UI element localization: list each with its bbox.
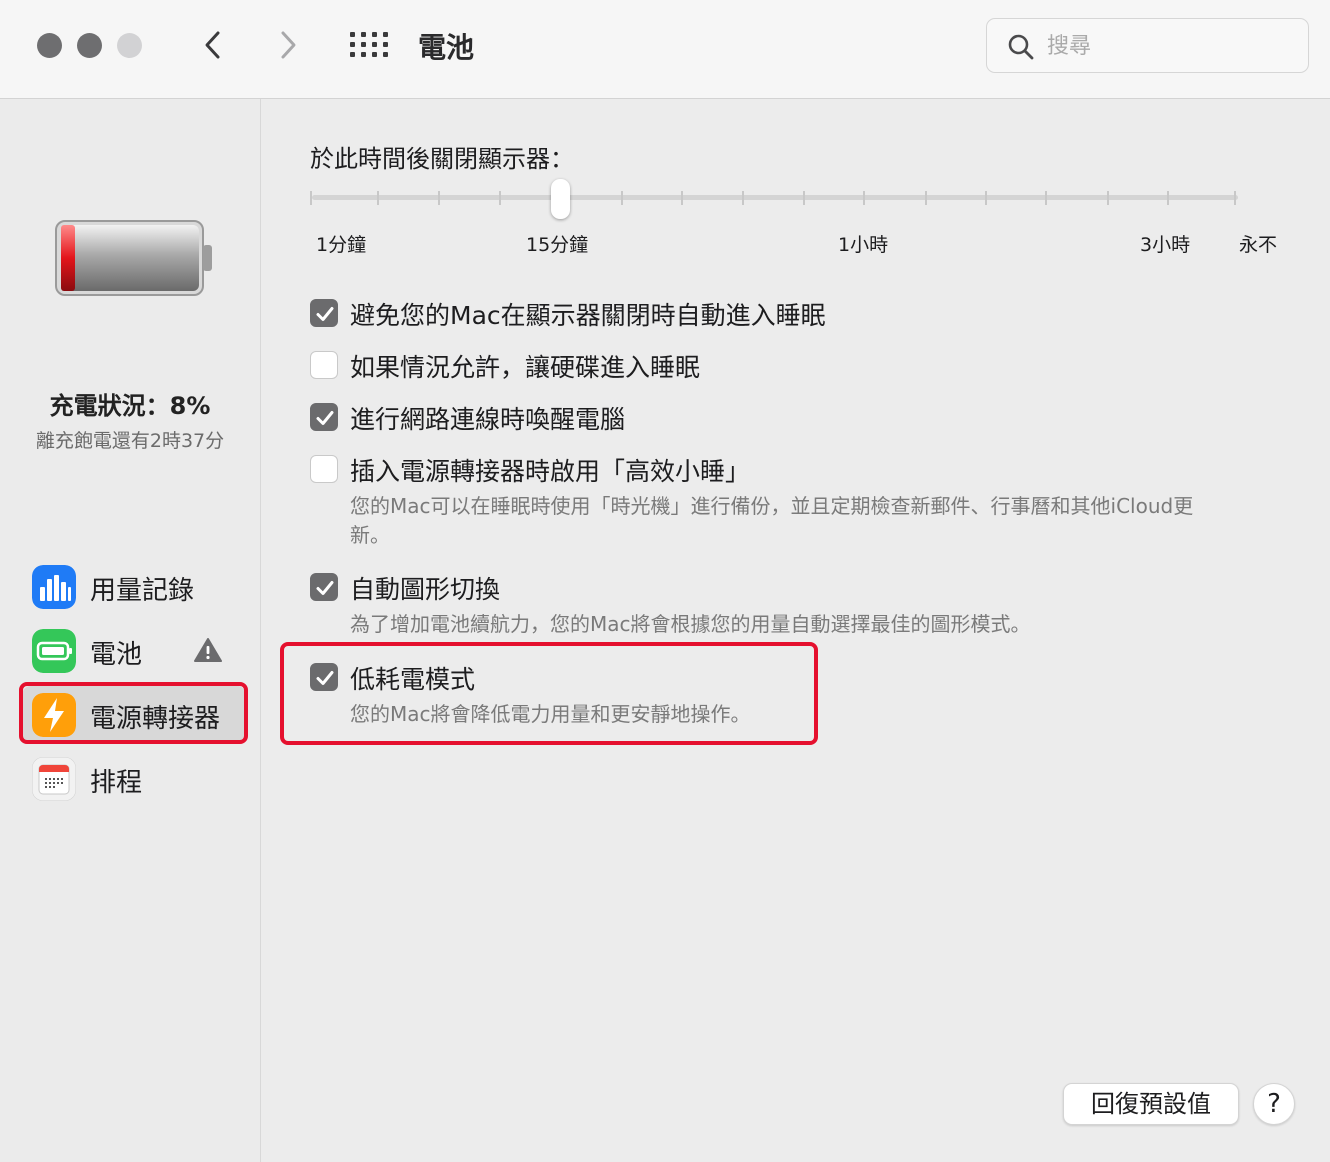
checkmark-icon (316, 411, 334, 425)
slider-tick (863, 191, 865, 205)
sidebar-item-battery[interactable]: 電池 (22, 622, 246, 680)
highlight-box-power-adapter (19, 682, 248, 744)
battery-icon (32, 629, 76, 673)
slider-label-1min: 1分鐘 (316, 234, 367, 256)
battery-status-icon (55, 220, 212, 296)
window-title: 電池 (418, 31, 475, 64)
slider-knob[interactable] (551, 179, 570, 219)
zoom-window-button[interactable] (117, 33, 142, 58)
sidebar-item-schedule[interactable]: 排程 (22, 750, 246, 808)
checkbox[interactable] (310, 573, 338, 601)
calendar-icon (32, 757, 76, 801)
search-input[interactable] (1047, 29, 1287, 63)
slider-label-15min: 15分鐘 (526, 234, 589, 256)
checkbox[interactable] (310, 351, 338, 379)
checkbox[interactable] (310, 403, 338, 431)
display-off-slider[interactable] (312, 195, 1238, 200)
restore-defaults-button[interactable]: 回復預設值 (1063, 1083, 1239, 1125)
sidebar-item-label: 用量記錄 (90, 576, 195, 606)
option-description: 為了增加電池續航力，您的Mac將會根據您的用量自動選擇最佳的圖形模式。 (350, 612, 1031, 636)
slider-tick (1234, 191, 1236, 205)
title-bar: 電池 (0, 0, 1330, 99)
usage-history-icon (32, 565, 76, 609)
back-button[interactable] (198, 28, 228, 62)
sidebar-item-usage-history[interactable]: 用量記錄 (22, 558, 246, 616)
slider-tick (681, 191, 683, 205)
checkmark-icon (316, 307, 334, 321)
chevron-left-icon (205, 31, 220, 59)
charge-remaining-time: 離充飽電還有2時37分 (35, 430, 225, 452)
slider-tick (1107, 191, 1109, 205)
sidebar-item-label: 排程 (90, 768, 143, 798)
help-button[interactable]: ? (1253, 1083, 1295, 1125)
charge-status: 充電狀況：8% (49, 392, 211, 420)
search-icon (1008, 34, 1034, 60)
close-window-button[interactable] (37, 33, 62, 58)
slider-tick (803, 191, 805, 205)
sidebar: 充電狀況：8% 離充飽電還有2時37分 用量記錄 電池 電源轉接器 排程 (0, 99, 261, 1162)
slider-label-never: 永不 (1239, 234, 1278, 256)
grid-icon (350, 32, 388, 57)
option-label: 如果情況允許，讓硬碟進入睡眠 (350, 353, 701, 382)
slider-tick (985, 191, 987, 205)
option-label: 插入電源轉接器時啟用「高效小睡」 (350, 457, 751, 486)
warning-icon (194, 638, 222, 662)
show-all-button[interactable] (350, 31, 388, 59)
checkbox[interactable] (310, 299, 338, 327)
checkmark-icon (316, 581, 334, 595)
highlight-box-low-power-mode (280, 642, 818, 745)
option-label: 自動圖形切換 (350, 575, 501, 604)
slider-label-1hour: 1小時 (838, 234, 889, 256)
checkbox[interactable] (310, 455, 338, 483)
minimize-window-button[interactable] (77, 33, 102, 58)
main-pane: 於此時間後關閉顯示器： 1分鐘 15分鐘 1小時 3小時 永不 避免您的Mac在… (262, 99, 1330, 1162)
option-label: 進行網路連線時喚醒電腦 (350, 405, 626, 434)
display-off-title: 於此時間後關閉顯示器： (310, 145, 574, 173)
slider-tick (438, 191, 440, 205)
slider-tick (377, 191, 379, 205)
option-description: 您的Mac可以在睡眠時使用「時光機」進行備份，並且定期檢查新郵件、行事曆和其他i… (350, 494, 1194, 547)
option-label: 避免您的Mac在顯示器關閉時自動進入睡眠 (350, 301, 826, 330)
slider-tick (742, 191, 744, 205)
slider-tick (1045, 191, 1047, 205)
slider-tick (310, 191, 312, 205)
forward-button[interactable] (273, 28, 303, 62)
slider-tick (621, 191, 623, 205)
slider-tick (1167, 191, 1169, 205)
sidebar-item-label: 電池 (90, 640, 143, 670)
slider-tick (499, 191, 501, 205)
search-field[interactable] (986, 18, 1309, 73)
slider-label-3hours: 3小時 (1140, 234, 1191, 256)
chevron-right-icon (281, 31, 296, 59)
slider-tick (925, 191, 927, 205)
